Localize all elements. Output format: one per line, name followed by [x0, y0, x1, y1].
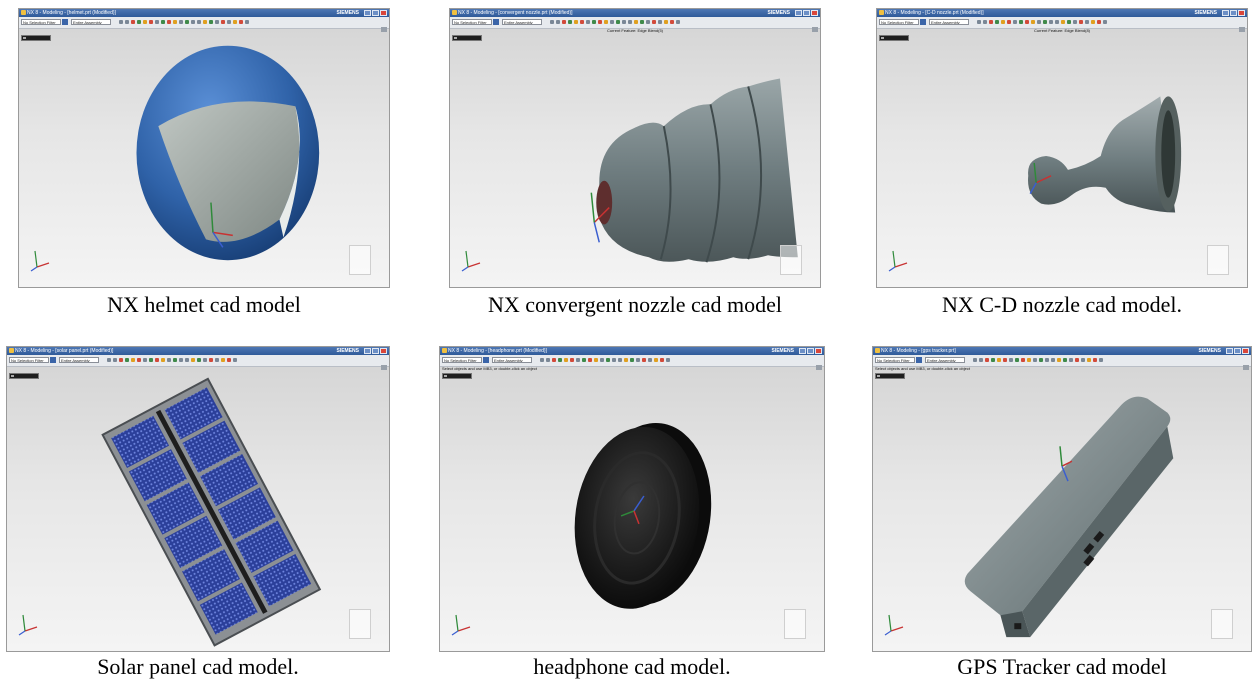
figure-caption: Solar panel cad model. — [97, 654, 299, 679]
helmet-model[interactable] — [19, 9, 389, 287]
view-widget — [349, 245, 371, 275]
view-widget — [784, 609, 806, 639]
axis-triad-icon — [888, 250, 908, 272]
panel-helmet: NX 8 - Modeling - [helmet.prt (Modified)… — [18, 8, 390, 317]
cd-nozzle-model[interactable] — [877, 9, 1247, 287]
axis-triad-icon — [30, 250, 50, 272]
panel-convergent-nozzle: NX 8 - Modeling - [convergent nozzle.prt… — [449, 8, 821, 317]
figure-caption: NX helmet cad model — [107, 292, 301, 317]
panel-solar-panel: NX 8 - Modeling - [solar panel.prt (Modi… — [6, 346, 390, 679]
figure-caption: NX C-D nozzle cad model. — [941, 292, 1183, 317]
nx-window: NX 8 - Modeling - [convergent nozzle.prt… — [449, 8, 821, 288]
axis-triad-icon — [451, 614, 471, 636]
figure-caption: NX convergent nozzle cad model — [487, 292, 783, 317]
axis-triad-icon — [884, 614, 904, 636]
nx-window: NX 8 - Modeling - [gps tracker.prt] SIEM… — [872, 346, 1252, 652]
headphone-model[interactable] — [440, 347, 824, 651]
nx-window: NX 8 - Modeling - [solar panel.prt (Modi… — [6, 346, 390, 652]
nx-window: NX 8 - Modeling - [headphone.prt (Modifi… — [439, 346, 825, 652]
view-widget — [349, 609, 371, 639]
panel-headphone: NX 8 - Modeling - [headphone.prt (Modifi… — [439, 346, 825, 679]
convergent-nozzle-model[interactable] — [450, 9, 820, 287]
view-widget — [1207, 245, 1229, 275]
view-widget — [780, 245, 802, 275]
nx-window: NX 8 - Modeling - [C-D nozzle.prt (Modif… — [876, 8, 1248, 288]
gps-tracker-model[interactable] — [873, 347, 1251, 651]
solar-panel-model[interactable] — [7, 347, 389, 651]
panel-gps-tracker: NX 8 - Modeling - [gps tracker.prt] SIEM… — [872, 346, 1252, 679]
panel-cd-nozzle: NX 8 - Modeling - [C-D nozzle.prt (Modif… — [876, 8, 1248, 317]
view-widget — [1211, 609, 1233, 639]
nx-window: NX 8 - Modeling - [helmet.prt (Modified)… — [18, 8, 390, 288]
figure-caption: GPS Tracker cad model — [957, 654, 1167, 679]
axis-triad-icon — [461, 250, 481, 272]
axis-triad-icon — [18, 614, 38, 636]
figure-caption: headphone cad model. — [533, 654, 731, 679]
